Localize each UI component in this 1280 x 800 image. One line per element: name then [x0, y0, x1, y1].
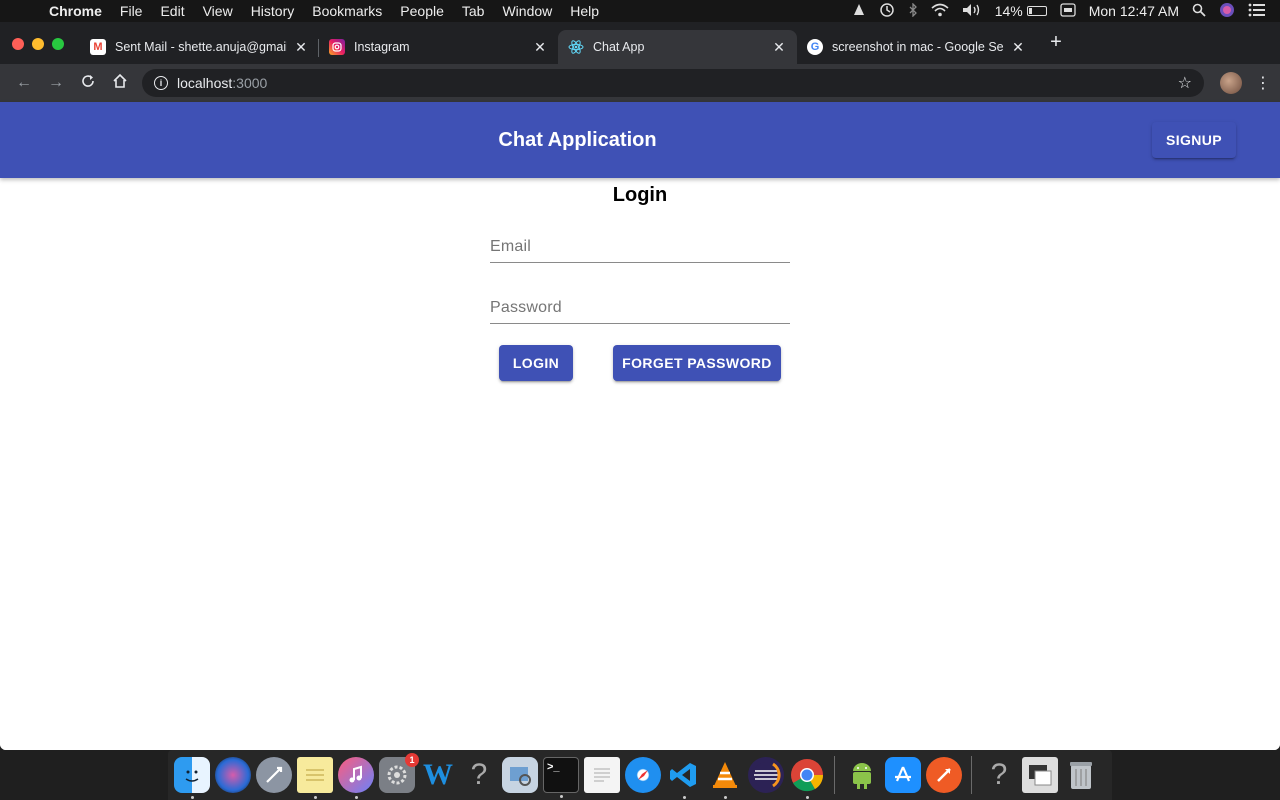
- bookmark-star-icon[interactable]: ☆: [1178, 73, 1192, 93]
- volume-icon[interactable]: [962, 3, 982, 20]
- address-bar[interactable]: i localhost:3000 ☆: [142, 69, 1204, 97]
- close-tab-icon[interactable]: ✕: [771, 39, 787, 56]
- app-bar: Chat Application SIGNUP: [0, 102, 1280, 178]
- preview-icon[interactable]: [502, 757, 538, 793]
- menubar-clock[interactable]: Mon 12:47 AM: [1089, 3, 1179, 19]
- android-studio-icon[interactable]: [844, 757, 880, 793]
- chrome-icon[interactable]: [789, 757, 825, 799]
- close-tab-icon[interactable]: ✕: [1010, 39, 1026, 56]
- dock-divider: [834, 756, 835, 794]
- battery-icon: [1026, 6, 1047, 16]
- eclipse-icon[interactable]: [748, 757, 784, 793]
- close-tab-icon[interactable]: ✕: [293, 39, 309, 56]
- react-icon: [568, 39, 584, 55]
- signup-button[interactable]: SIGNUP: [1152, 122, 1236, 158]
- menu-bookmarks[interactable]: Bookmarks: [303, 3, 391, 19]
- tab-title: screenshot in mac - Google Se: [832, 40, 1004, 54]
- unknown-app-icon[interactable]: ?: [461, 757, 497, 793]
- menu-file[interactable]: File: [111, 3, 152, 19]
- itunes-icon[interactable]: [338, 757, 374, 799]
- instagram-icon: [329, 39, 345, 55]
- reload-icon[interactable]: [72, 74, 104, 93]
- forward-arrow-icon[interactable]: →: [40, 74, 72, 92]
- terminal-glyph: >_: [547, 761, 560, 773]
- finder-icon[interactable]: [174, 757, 210, 799]
- close-window-button[interactable]: [12, 38, 24, 50]
- web-page: Chat Application SIGNUP Login Email Pass…: [0, 102, 1280, 750]
- tab-title: Chat App: [593, 40, 645, 54]
- home-icon[interactable]: [104, 73, 136, 94]
- keyboard-input-icon[interactable]: [1060, 2, 1076, 20]
- menu-help[interactable]: Help: [561, 3, 608, 19]
- time-machine-icon[interactable]: [879, 2, 895, 21]
- profile-avatar[interactable]: [1220, 72, 1242, 94]
- password-placeholder: Password: [490, 299, 562, 316]
- downloads-icon[interactable]: [1022, 757, 1058, 793]
- battery-indicator[interactable]: 14%: [995, 3, 1047, 19]
- tab-chat-app[interactable]: Chat App ✕: [558, 30, 797, 64]
- notes-icon[interactable]: [297, 757, 333, 799]
- terminal-icon[interactable]: >_: [543, 757, 579, 798]
- new-tab-button[interactable]: +: [1036, 31, 1076, 54]
- word-icon[interactable]: W: [420, 757, 456, 793]
- back-arrow-icon[interactable]: ←: [8, 74, 40, 92]
- macos-menu-bar: Chrome File Edit View History Bookmarks …: [0, 0, 1280, 22]
- menu-app-name[interactable]: Chrome: [40, 3, 111, 19]
- notification-badge: 1: [405, 753, 419, 767]
- battery-percent: 14%: [994, 3, 1023, 19]
- google-icon: G: [807, 39, 823, 55]
- gmail-icon: M: [90, 39, 106, 55]
- browser-toolbar: ← → i localhost:3000 ☆ ⋮: [0, 64, 1280, 102]
- postman-icon[interactable]: [926, 757, 962, 793]
- textedit-icon[interactable]: [584, 757, 620, 793]
- zoom-window-button[interactable]: [52, 38, 64, 50]
- trash-icon[interactable]: [1063, 757, 1099, 793]
- url-port: :3000: [232, 75, 268, 91]
- chrome-menu-icon[interactable]: ⋮: [1254, 73, 1272, 93]
- login-button[interactable]: LOGIN: [499, 345, 573, 381]
- tab-strip: M Sent Mail - shette.anuja@gmail ✕ Insta…: [0, 22, 1280, 64]
- app-title: Chat Application: [498, 129, 657, 151]
- tab-google-search[interactable]: G screenshot in mac - Google Se ✕: [797, 30, 1036, 64]
- menu-history[interactable]: History: [242, 3, 304, 19]
- email-placeholder: Email: [490, 238, 532, 255]
- system-preferences-icon[interactable]: 1: [379, 753, 419, 793]
- email-field[interactable]: Email: [490, 233, 790, 263]
- menu-window[interactable]: Window: [493, 3, 561, 19]
- menu-people[interactable]: People: [391, 3, 453, 19]
- bluetooth-icon[interactable]: [908, 1, 918, 20]
- dock-divider: [971, 756, 972, 794]
- notification-center-icon[interactable]: [1248, 3, 1266, 20]
- login-heading: Login: [612, 184, 668, 206]
- close-tab-icon[interactable]: ✕: [532, 39, 548, 56]
- site-info-icon[interactable]: i: [154, 76, 168, 90]
- tab-title: Instagram: [354, 40, 410, 54]
- vlc-menubar-icon[interactable]: [852, 3, 866, 20]
- url-host: localhost: [177, 75, 233, 91]
- vlc-icon[interactable]: [707, 757, 743, 799]
- window-controls: [12, 38, 64, 50]
- wifi-icon[interactable]: [931, 3, 949, 20]
- menu-tab[interactable]: Tab: [453, 3, 494, 19]
- tab-instagram[interactable]: Instagram ✕: [319, 30, 558, 64]
- vscode-icon[interactable]: [666, 757, 702, 799]
- siri-icon[interactable]: [215, 757, 251, 793]
- tab-title: Sent Mail - shette.anuja@gmail: [115, 40, 287, 54]
- menubar-status-area: 14% Mon 12:47 AM: [852, 1, 1280, 21]
- unknown-app-icon[interactable]: ?: [981, 757, 1017, 793]
- tab-list: M Sent Mail - shette.anuja@gmail ✕ Insta…: [80, 30, 1036, 64]
- launchpad-icon[interactable]: [256, 757, 292, 793]
- spotlight-search-icon[interactable]: [1192, 3, 1206, 20]
- siri-menubar-icon[interactable]: [1219, 2, 1235, 21]
- app-store-icon[interactable]: [885, 757, 921, 793]
- menu-edit[interactable]: Edit: [151, 3, 193, 19]
- tab-gmail[interactable]: M Sent Mail - shette.anuja@gmail ✕: [80, 30, 319, 64]
- password-field[interactable]: Password: [490, 294, 790, 324]
- chrome-window: M Sent Mail - shette.anuja@gmail ✕ Insta…: [0, 22, 1280, 750]
- menu-view[interactable]: View: [194, 3, 242, 19]
- minimize-window-button[interactable]: [32, 38, 44, 50]
- forget-password-button[interactable]: FORGET PASSWORD: [613, 345, 781, 381]
- macos-dock: 1 W ? >_ ?: [168, 750, 1112, 800]
- safari-icon[interactable]: [625, 757, 661, 793]
